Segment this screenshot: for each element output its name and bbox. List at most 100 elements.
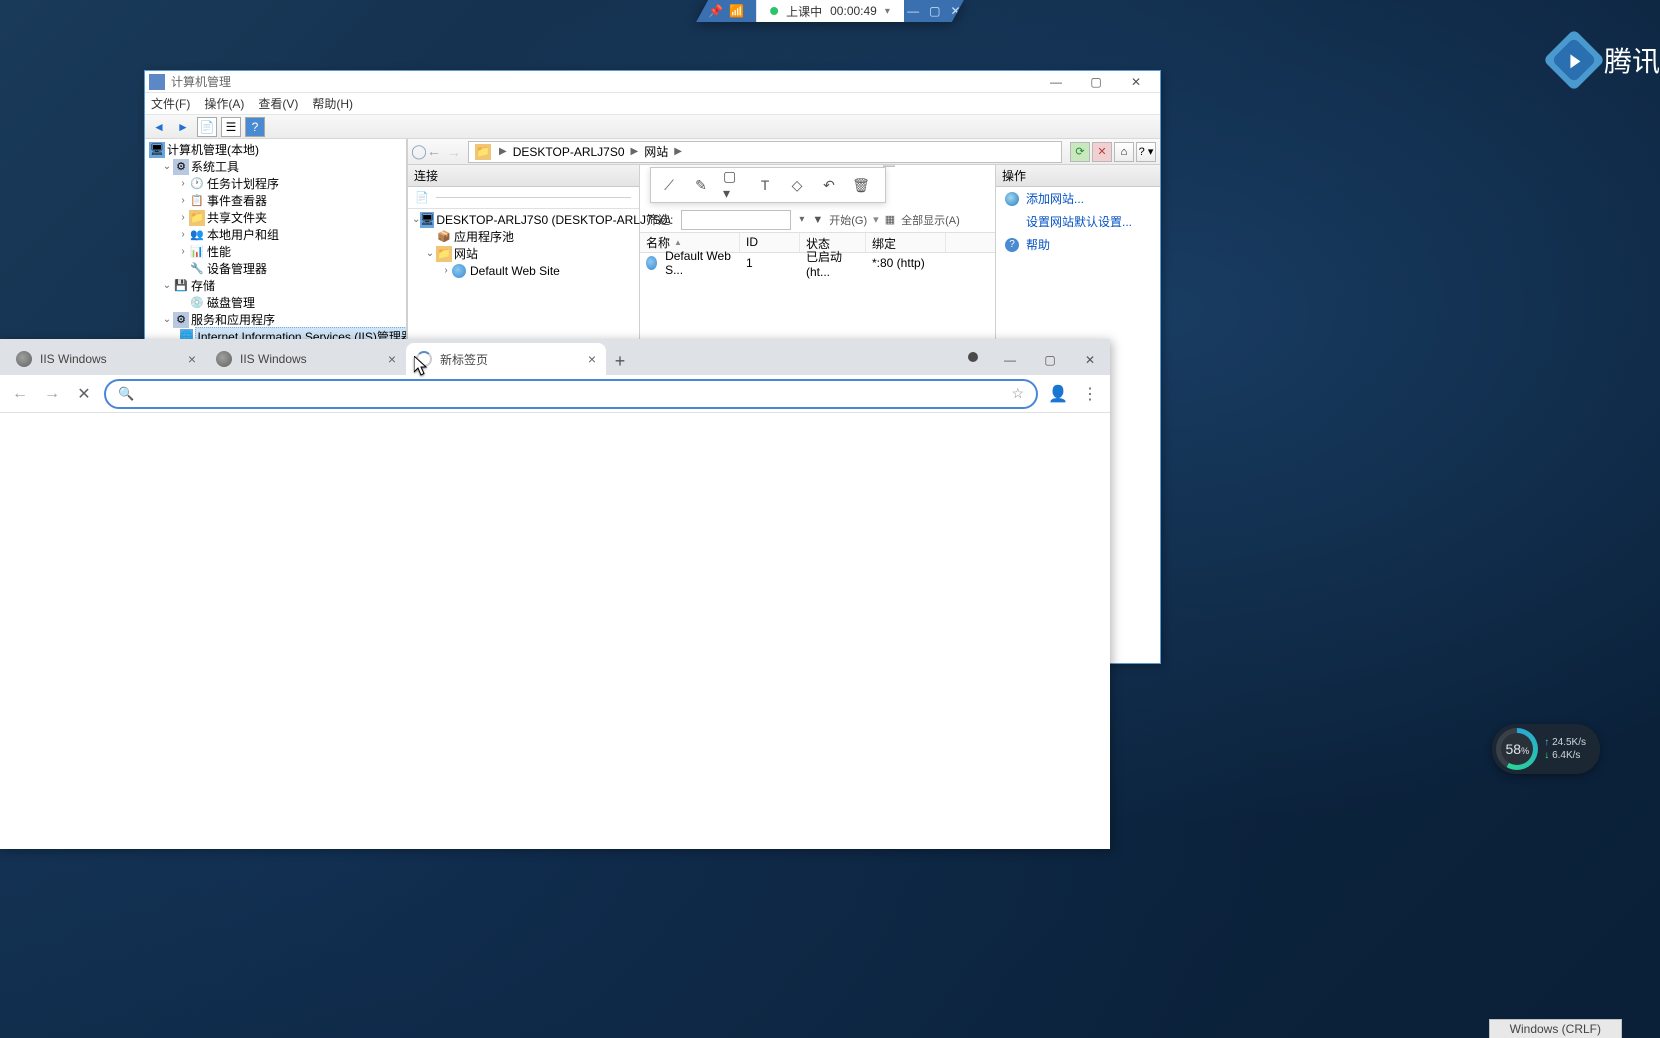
site-row[interactable]: Default Web S... 1 已启动 (ht... *:80 (http… <box>640 253 995 273</box>
shape-tool[interactable]: ▢ ▾ <box>723 175 743 195</box>
menu-help[interactable]: 帮助(H) <box>312 95 353 112</box>
conn-default-site[interactable]: › Default Web Site <box>408 262 639 279</box>
tree-device-manager[interactable]: 🔧 设备管理器 <box>145 260 406 277</box>
tree-disk-management[interactable]: 💿 磁盘管理 <box>145 294 406 311</box>
collapse-icon[interactable]: ⌄ <box>424 248 436 259</box>
collapse-icon[interactable]: ⌄ <box>161 314 173 325</box>
breadcrumb-path[interactable]: 📁 ▶ DESKTOP-ARLJ7S0 ▶ 网站 ▶ <box>468 141 1062 163</box>
filter-funnel-icon[interactable]: ▼ <box>812 214 823 226</box>
conn-server-node[interactable]: ⌄ 🖥 DESKTOP-ARLJ7S0 (DESKTOP-ARLJ7S0\ <box>408 211 639 228</box>
action-help[interactable]: ? 帮助 <box>996 233 1160 256</box>
group-by-icon[interactable]: ▦ <box>885 213 895 226</box>
menu-file[interactable]: 文件(F) <box>151 95 190 112</box>
annotation-collapse-icon[interactable]: — <box>883 158 895 172</box>
filter-input[interactable] <box>681 210 791 230</box>
minimize-icon[interactable]: — <box>907 4 919 18</box>
annotation-toolbar[interactable]: — ⟋ ✎ ▢ ▾ T ◇ ↶ 🗑 <box>650 167 886 203</box>
filter-start[interactable]: 开始(G) <box>829 212 867 228</box>
pin-icon[interactable]: 📌 <box>708 4 723 18</box>
chevron-right-icon[interactable]: ▶ <box>499 146 507 157</box>
expand-icon[interactable]: › <box>177 195 189 206</box>
action-set-defaults[interactable]: 设置网站默认设置... <box>996 210 1160 233</box>
tree-storage[interactable]: ⌄ 💾 存储 <box>145 277 406 294</box>
tree-root[interactable]: 🖥 计算机管理(本地) <box>145 141 406 158</box>
collapse-icon[interactable]: ⌄ <box>412 214 420 225</box>
refresh-button[interactable]: ⟳ <box>1070 142 1090 162</box>
conn-sites-node[interactable]: ⌄ 📁 网站 <box>408 245 639 262</box>
profile-button[interactable]: 👤 <box>1046 382 1070 406</box>
chrome-tab-strip[interactable]: IIS Windows × IIS Windows × 新标签页 × + — ▢… <box>0 339 1110 375</box>
browser-tab-3-active[interactable]: 新标签页 × <box>406 343 606 375</box>
conn-app-pools[interactable]: 📦 应用程序池 <box>408 228 639 245</box>
help-dropdown-button[interactable]: ? ▾ <box>1136 142 1156 162</box>
address-input[interactable] <box>142 386 1003 401</box>
pointer-tool[interactable]: ⟋ <box>659 175 679 195</box>
tab-close-button[interactable]: × <box>388 351 396 367</box>
expand-icon[interactable]: › <box>177 178 189 189</box>
crumb-sites[interactable]: 网站 <box>638 143 674 160</box>
tree-system-tools[interactable]: ⌄ ⚙ 系统工具 <box>145 158 406 175</box>
browser-tab-2[interactable]: IIS Windows × <box>206 343 406 375</box>
maximize-icon[interactable]: ▢ <box>929 4 940 18</box>
collapse-icon[interactable]: ⌄ <box>161 161 173 172</box>
show-hide-tree-button[interactable]: 📄 <box>197 117 217 137</box>
expand-icon[interactable]: › <box>177 212 189 223</box>
browser-close-button[interactable]: ✕ <box>1070 345 1110 375</box>
expand-icon[interactable]: › <box>440 265 452 276</box>
expand-icon[interactable]: › <box>177 246 189 257</box>
pen-tool[interactable]: ✎ <box>691 175 711 195</box>
recording-status[interactable]: 上课中 00:00:49 ▾ <box>756 0 904 22</box>
connections-tree[interactable]: ⌄ 🖥 DESKTOP-ARLJ7S0 (DESKTOP-ARLJ7S0\ 📦 … <box>408 209 639 281</box>
properties-button[interactable]: ☰ <box>221 117 241 137</box>
menu-view[interactable]: 查看(V) <box>258 95 298 112</box>
tree-shared-folders[interactable]: › 📁 共享文件夹 <box>145 209 406 226</box>
tab-close-button[interactable]: × <box>188 351 196 367</box>
mmc-titlebar[interactable]: 计算机管理 — ▢ ✕ <box>145 71 1160 93</box>
bookmark-star-icon[interactable]: ☆ <box>1011 385 1024 402</box>
recording-bar-left[interactable]: 📌 📶 <box>696 0 756 22</box>
browser-stop-button[interactable]: ✕ <box>72 382 96 406</box>
close-icon[interactable]: ✕ <box>951 4 961 18</box>
col-id-header[interactable]: ID <box>740 233 800 252</box>
connect-button[interactable]: 📄 <box>412 188 432 208</box>
address-bar[interactable]: 🔍 ☆ <box>104 379 1038 409</box>
minimize-button[interactable]: — <box>1036 72 1076 92</box>
tree-performance[interactable]: › 📊 性能 <box>145 243 406 260</box>
chevron-right-icon[interactable]: ▶ <box>674 146 682 157</box>
browser-tab-1[interactable]: IIS Windows × <box>6 343 206 375</box>
help-button[interactable]: ? <box>245 117 265 137</box>
browser-menu-button[interactable]: ⋮ <box>1078 382 1102 406</box>
home-button[interactable]: ⌂ <box>1114 142 1134 162</box>
tab-close-button[interactable]: × <box>588 351 596 367</box>
browser-back-button[interactable]: ← <box>8 382 32 406</box>
browser-maximize-button[interactable]: ▢ <box>1030 345 1070 375</box>
new-tab-button[interactable]: + <box>606 347 634 375</box>
back-arrow-icon[interactable]: ◯← <box>411 143 441 160</box>
network-speed-widget[interactable]: 58% 24.5K/s 6.4K/s <box>1492 724 1600 774</box>
chevron-right-icon[interactable]: ▶ <box>631 146 639 157</box>
back-button[interactable]: ◄ <box>149 117 169 137</box>
tree-local-users[interactable]: › 👥 本地用户和组 <box>145 226 406 243</box>
tree-task-scheduler[interactable]: › 🕐 任务计划程序 <box>145 175 406 192</box>
stop-button[interactable]: ✕ <box>1092 142 1112 162</box>
forward-button[interactable]: ► <box>173 117 193 137</box>
close-button[interactable]: ✕ <box>1116 72 1156 92</box>
maximize-button[interactable]: ▢ <box>1076 72 1116 92</box>
tree-event-viewer[interactable]: › 📋 事件查看器 <box>145 192 406 209</box>
browser-minimize-button[interactable]: — <box>990 345 1030 375</box>
eraser-tool[interactable]: ◇ <box>787 175 807 195</box>
collapse-icon[interactable]: ⌄ <box>161 280 173 291</box>
text-tool[interactable]: T <box>755 175 775 195</box>
browser-forward-button[interactable]: → <box>40 382 64 406</box>
delete-tool[interactable]: 🗑 <box>851 175 871 195</box>
forward-arrow-icon[interactable]: → <box>447 144 461 160</box>
crumb-server[interactable]: DESKTOP-ARLJ7S0 <box>507 145 631 159</box>
action-add-website[interactable]: 添加网站... <box>996 187 1160 210</box>
expand-icon[interactable]: › <box>177 229 189 240</box>
tree-services-apps[interactable]: ⌄ ⚙ 服务和应用程序 <box>145 311 406 328</box>
undo-tool[interactable]: ↶ <box>819 175 839 195</box>
chevron-down-icon[interactable]: ▾ <box>885 6 890 17</box>
filter-show-all[interactable]: 全部显示(A) <box>901 212 960 228</box>
menu-action[interactable]: 操作(A) <box>204 95 244 112</box>
tab-search-button[interactable] <box>968 352 978 362</box>
